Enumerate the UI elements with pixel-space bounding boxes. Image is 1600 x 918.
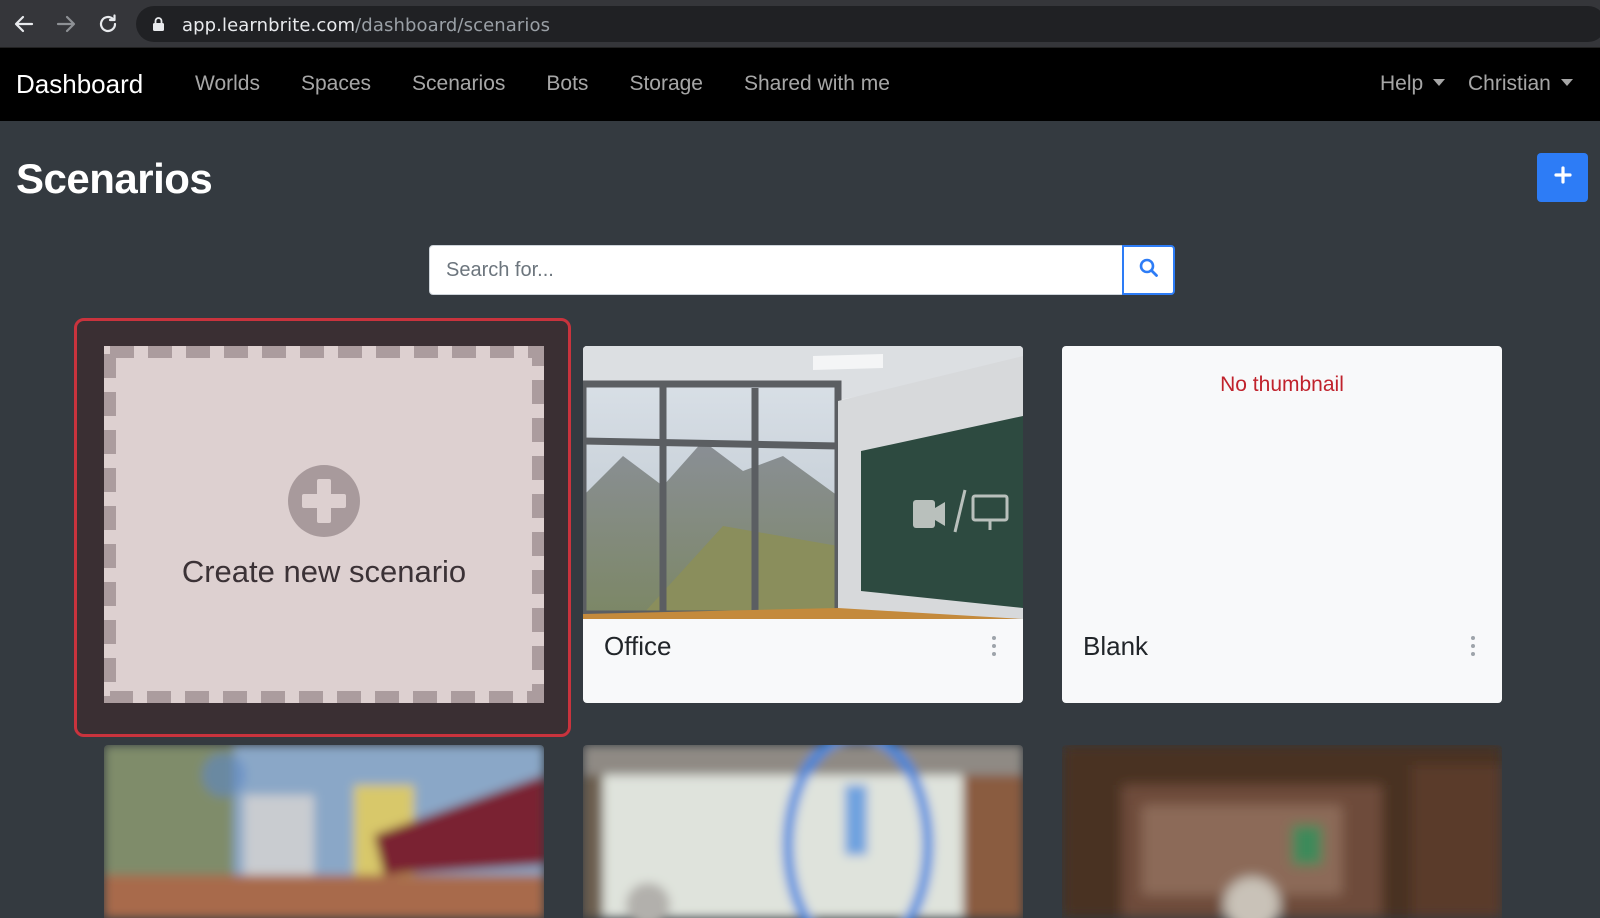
nav-scenarios[interactable]: Scenarios (412, 72, 505, 96)
create-scenario-card[interactable]: Create new scenario (104, 346, 544, 703)
search-button[interactable] (1122, 245, 1175, 295)
browser-toolbar: app.learnbrite.com/dashboard/scenarios (0, 0, 1600, 48)
cafe-thumbnail (104, 745, 544, 918)
url-path: /dashboard/scenarios (355, 15, 551, 36)
page-title: Scenarios (16, 155, 213, 202)
scenario-card-thumbnail[interactable] (104, 745, 544, 918)
search-input[interactable] (429, 245, 1123, 295)
chevron-down-icon (1433, 79, 1446, 87)
search-icon (1139, 258, 1159, 283)
nav-spaces[interactable]: Spaces (301, 72, 371, 96)
office-thumbnail (583, 346, 1023, 619)
more-vertical-icon[interactable] (1470, 636, 1476, 656)
back-arrow-icon[interactable] (10, 10, 38, 38)
help-label: Help (1380, 72, 1424, 95)
nav-shared-with-me[interactable]: Shared with me (744, 72, 890, 96)
chevron-down-icon (1560, 79, 1573, 87)
user-dropdown[interactable]: Christian (1468, 72, 1573, 96)
more-vertical-icon[interactable] (991, 636, 997, 656)
user-label: Christian (1468, 72, 1551, 95)
brand-link[interactable]: Dashboard (16, 69, 143, 100)
url-host: app.learnbrite.com (182, 15, 356, 36)
interior-thumbnail (1062, 745, 1502, 918)
scenario-card-office[interactable]: Office (583, 346, 1023, 703)
search-group (429, 245, 1175, 295)
nav-worlds[interactable]: Worlds (195, 72, 260, 96)
url-text: app.learnbrite.com/dashboard/scenarios (182, 15, 550, 36)
add-scenario-button[interactable] (1537, 153, 1588, 202)
create-scenario-label: Create new scenario (181, 554, 467, 589)
main-navbar: Dashboard Worlds Spaces Scenarios Bots S… (0, 48, 1600, 121)
nav-storage[interactable]: Storage (629, 72, 703, 96)
reload-icon[interactable] (94, 10, 122, 38)
scenario-card-blank[interactable]: No thumbnail Blank (1062, 346, 1502, 703)
forward-arrow-icon[interactable] (52, 10, 80, 38)
scenario-card-thumbnail[interactable] (1062, 745, 1502, 918)
no-thumbnail-text: No thumbnail (1220, 373, 1344, 396)
address-bar[interactable]: app.learnbrite.com/dashboard/scenarios (136, 6, 1600, 42)
nav-links: Worlds Spaces Scenarios Bots Storage Sha… (195, 72, 931, 96)
plus-icon (1553, 166, 1572, 189)
scenario-title: Blank (1083, 631, 1149, 661)
lock-icon (152, 16, 165, 37)
scenario-title: Office (604, 631, 672, 661)
help-dropdown[interactable]: Help (1380, 72, 1446, 96)
room-thumbnail (583, 745, 1023, 918)
plus-circle-icon (288, 465, 360, 537)
scenario-card-thumbnail[interactable] (583, 745, 1023, 918)
nav-bots[interactable]: Bots (546, 72, 588, 96)
